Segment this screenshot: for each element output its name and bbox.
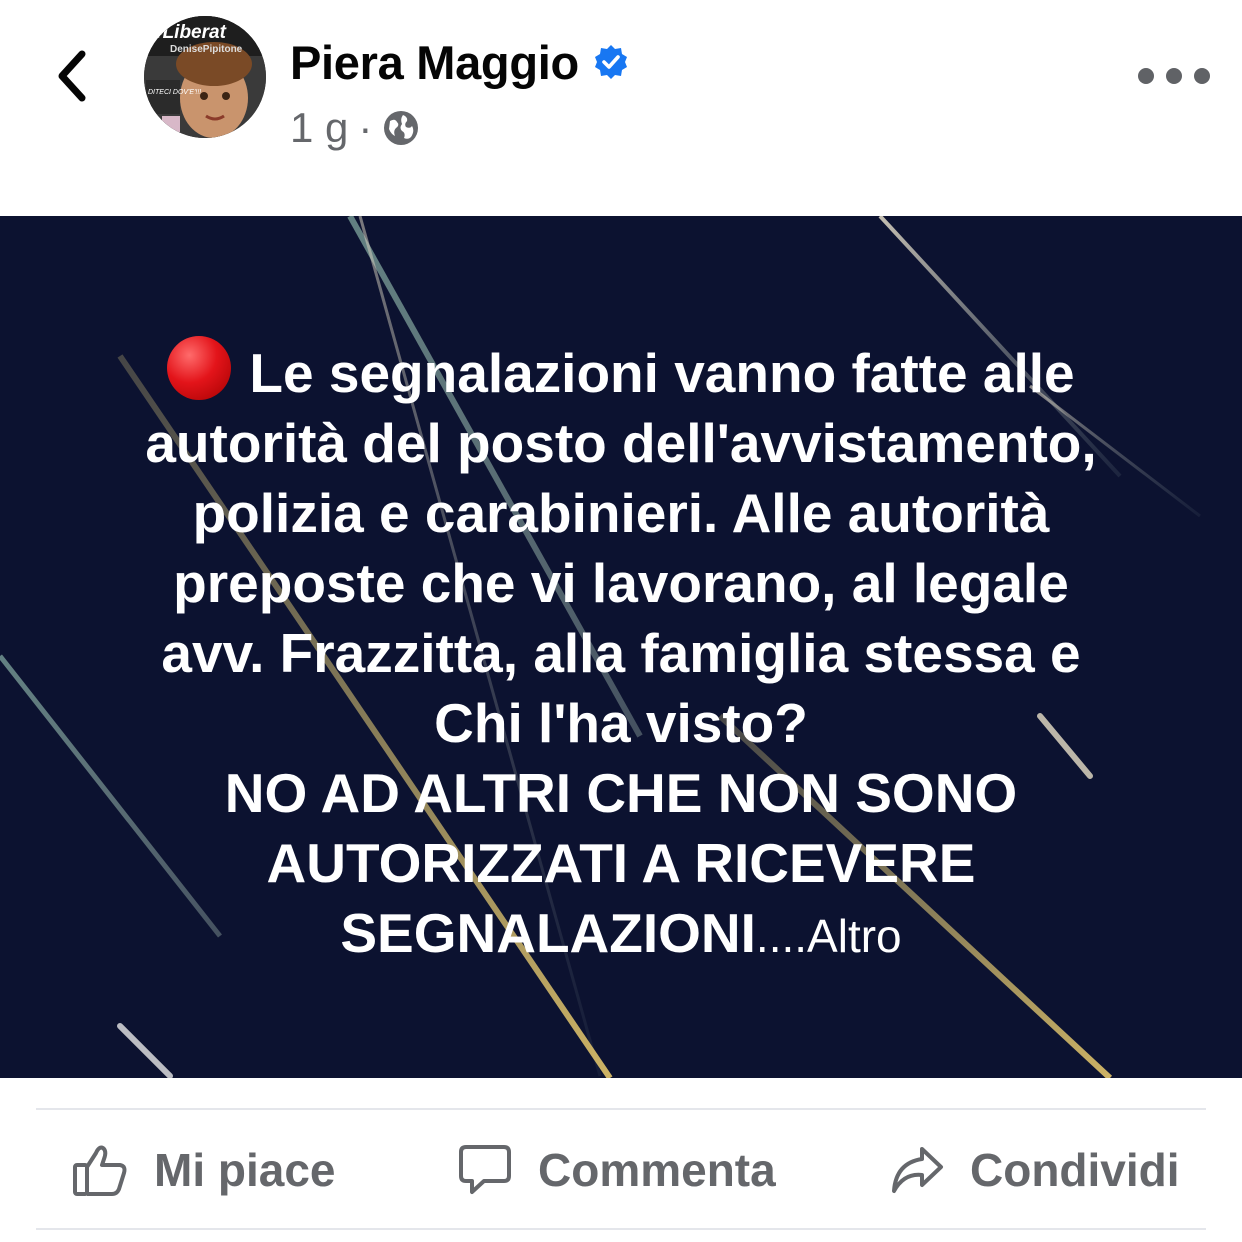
chevron-left-icon [58, 50, 86, 102]
author-row: Piera Maggio [290, 32, 629, 92]
post-line: Le segnalazioni vanno fatte alle [249, 342, 1075, 404]
post-text: Le segnalazioni vanno fatte alle autorit… [60, 336, 1182, 971]
post-line: Chi l'ha visto? [434, 692, 808, 754]
post-meta: 1 g · [290, 100, 420, 156]
thumbs-up-icon [73, 1145, 127, 1196]
post-line: preposte che vi lavorano, al legale [173, 552, 1069, 614]
avatar-text-sub: DenisePipitone [170, 44, 243, 55]
share-button[interactable]: Condividi [890, 1112, 1180, 1228]
divider [36, 1108, 1206, 1110]
back-button[interactable] [40, 40, 104, 112]
avatar-text-side: DITECI DOV'E'!!! [148, 89, 201, 96]
post-line-upper: AUTORIZZATI A RICEVERE [266, 832, 976, 894]
post-line: autorità del posto dell'avvistamento, [145, 412, 1097, 474]
post-actions: Mi piace Commenta Condividi [0, 1112, 1242, 1228]
like-button[interactable]: Mi piace [72, 1112, 336, 1228]
divider [36, 1228, 1206, 1230]
comment-icon [459, 1145, 511, 1194]
avatar[interactable]: #Liberat DenisePipitone DITECI DOV'E'!!! [144, 16, 266, 138]
comment-label: Commenta [538, 1144, 776, 1196]
meta-separator: · [358, 104, 373, 151]
dot-icon [1166, 68, 1182, 84]
share-icon [892, 1147, 943, 1193]
comment-button[interactable]: Commenta [458, 1112, 776, 1228]
ellipsis: .... [755, 910, 808, 962]
post-image[interactable]: Le segnalazioni vanno fatte alle autorit… [0, 216, 1242, 1078]
post-timestamp[interactable]: 1 g [290, 104, 348, 152]
red-circle-icon [167, 336, 232, 400]
post-line-upper: NO AD ALTRI CHE NON SONO [224, 762, 1018, 824]
globe-icon[interactable] [382, 109, 420, 147]
dot-icon [1138, 68, 1154, 84]
post-line: polizia e carabinieri. Alle autorità [192, 482, 1050, 544]
more-options-button[interactable] [1138, 56, 1210, 96]
avatar-text-top: #Liberat [152, 22, 227, 43]
like-label: Mi piace [154, 1144, 336, 1196]
post-line-upper: SEGNALAZIONI [340, 902, 756, 964]
post-line: avv. Frazzitta, alla famiglia stessa e [161, 622, 1081, 684]
dot-icon [1194, 68, 1210, 84]
share-label: Condividi [970, 1144, 1180, 1196]
post-header: #Liberat DenisePipitone DITECI DOV'E'!!!… [0, 0, 1242, 216]
verified-badge-icon [594, 45, 627, 79]
see-more-link[interactable]: Altro [807, 910, 902, 962]
author-name[interactable]: Piera Maggio [290, 35, 579, 90]
